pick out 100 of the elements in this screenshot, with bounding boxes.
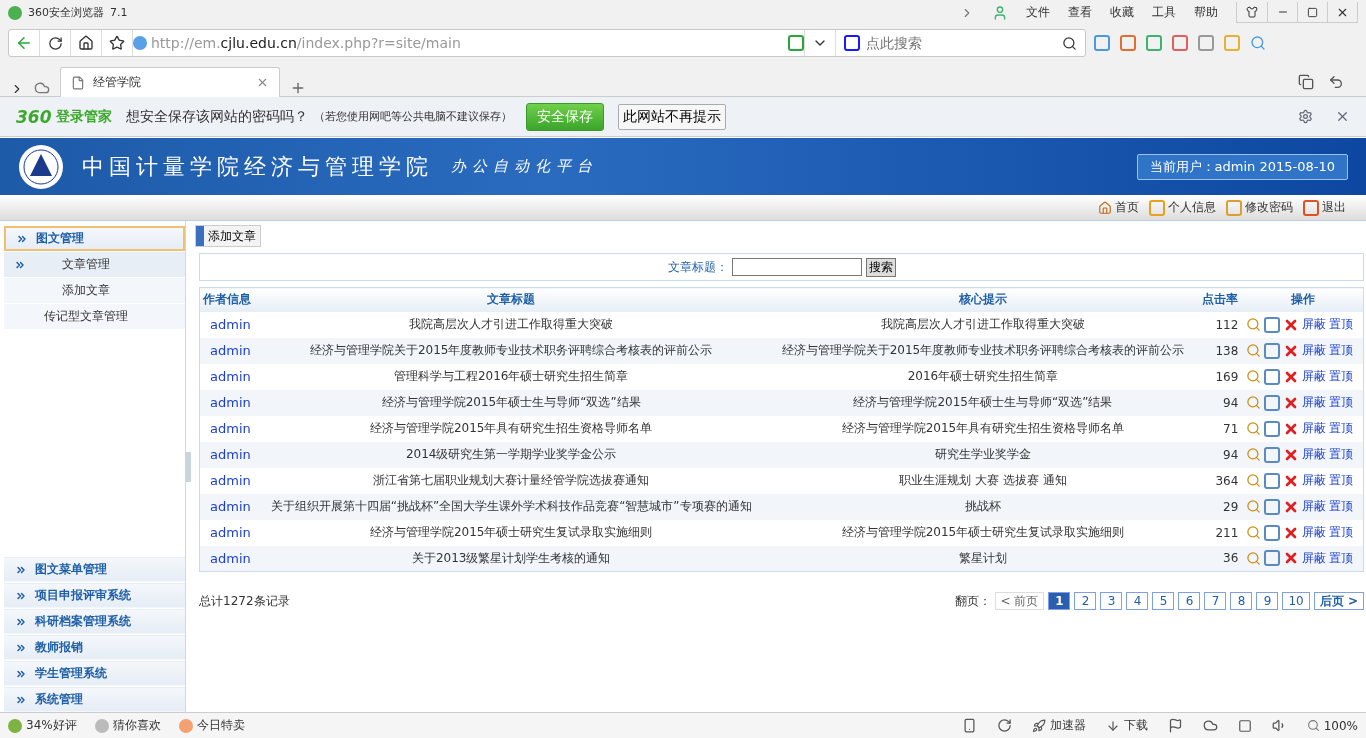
action-link[interactable]: 置顶 <box>1329 394 1354 411</box>
page-button[interactable]: 5 <box>1152 592 1175 610</box>
author-link[interactable]: admin <box>204 317 251 332</box>
new-tab-icon[interactable] <box>290 80 306 96</box>
menu-item[interactable]: 帮助 <box>1194 4 1218 21</box>
page-button[interactable]: 3 <box>1100 592 1123 610</box>
action-link[interactable]: 置顶 <box>1329 446 1354 463</box>
cloud-icon[interactable] <box>34 80 50 96</box>
download-item[interactable]: 下载 <box>1123 717 1148 734</box>
close-icon[interactable] <box>1335 109 1350 124</box>
page-button[interactable]: 4 <box>1126 592 1149 610</box>
author-link[interactable]: admin <box>204 395 251 410</box>
page-button[interactable]: 2 <box>1074 592 1097 610</box>
action-link[interactable]: 屏蔽 <box>1302 498 1327 515</box>
menu-item[interactable]: 收藏 <box>1110 4 1134 21</box>
toolbar-link[interactable]: 首页 <box>1098 199 1139 216</box>
action-link[interactable]: 置顶 <box>1329 498 1354 515</box>
sidebar-group[interactable]: 教师报销 <box>4 635 185 660</box>
action-link[interactable]: 屏蔽 <box>1302 472 1327 489</box>
action-link[interactable]: 屏蔽 <box>1302 446 1327 463</box>
author-link[interactable]: admin <box>204 525 251 540</box>
recommend-item[interactable]: 猜你喜欢 <box>112 717 161 734</box>
sidebar-item[interactable]: 传记型文章管理 <box>4 304 185 329</box>
page-button[interactable]: 6 <box>1178 592 1201 610</box>
table-cell: 职业生涯规划 大赛 选拔赛 通知 <box>767 467 1199 494</box>
address-bar[interactable]: http://em.cjlu.edu.cn/index.php?r=site/main 点此搜索 <box>8 29 1086 57</box>
browser-tab[interactable]: 经管学院 <box>60 67 280 97</box>
star-icon[interactable] <box>109 35 125 51</box>
sidebar-item[interactable]: 添加文章 <box>4 278 185 303</box>
accelerator-item[interactable]: 加速器 <box>1049 717 1086 734</box>
settings-icon[interactable] <box>1298 109 1313 124</box>
deals-item[interactable]: 今日特卖 <box>196 717 245 734</box>
search-field[interactable]: 点此搜索 <box>864 34 1058 52</box>
home-icon[interactable] <box>78 35 94 51</box>
sidebar-group[interactable]: 图文菜单管理 <box>4 557 185 582</box>
rating-item[interactable]: 34%好评 <box>26 717 77 734</box>
action-link[interactable]: 屏蔽 <box>1302 524 1327 541</box>
add-article-button[interactable]: 添加文章 <box>195 225 261 247</box>
page-button[interactable]: 9 <box>1256 592 1279 610</box>
action-link[interactable]: 置顶 <box>1329 316 1354 333</box>
action-link[interactable]: 置顶 <box>1329 472 1354 489</box>
zoom-icon[interactable] <box>1306 719 1320 732</box>
sidebar-group[interactable]: 科研档案管理系统 <box>4 609 185 634</box>
phone-icon[interactable] <box>961 718 977 733</box>
author-link[interactable]: admin <box>204 343 251 358</box>
action-link[interactable]: 置顶 <box>1329 549 1354 567</box>
collapse-handle[interactable] <box>185 451 191 482</box>
user-icon[interactable] <box>992 4 1008 21</box>
action-link[interactable]: 置顶 <box>1329 420 1354 437</box>
zoom-icon[interactable] <box>1250 35 1266 51</box>
search-icon[interactable] <box>1062 35 1077 51</box>
sidebar-group[interactable]: 图文管理 <box>4 226 185 251</box>
sidebar-group[interactable]: 系统管理 <box>4 687 185 712</box>
action-link[interactable]: 置顶 <box>1329 524 1354 541</box>
undo-icon[interactable] <box>1328 74 1344 90</box>
action-link[interactable]: 置顶 <box>1329 368 1354 385</box>
reload-icon[interactable] <box>47 35 63 51</box>
author-link[interactable]: admin <box>204 447 251 462</box>
windows-icon[interactable] <box>1298 74 1314 90</box>
author-link[interactable]: admin <box>204 499 251 514</box>
table-cell: 挑战杯 <box>767 493 1199 520</box>
page-button[interactable]: 7 <box>1204 592 1227 610</box>
prev-page-button[interactable]: < 前页 <box>994 592 1045 610</box>
flag-icon[interactable] <box>1167 718 1183 733</box>
never-button[interactable]: 此网站不再提示 <box>617 103 726 130</box>
toolbar-link[interactable]: 个人信息 <box>1149 199 1216 216</box>
menu-item[interactable]: 文件 <box>1026 4 1050 21</box>
action-link[interactable]: 屏蔽 <box>1302 420 1327 437</box>
toolbar-link[interactable]: 修改密码 <box>1226 199 1293 216</box>
page-button[interactable]: 8 <box>1230 592 1253 610</box>
zoom-level[interactable]: 100% <box>1323 718 1358 733</box>
shirt-icon[interactable] <box>1246 6 1258 18</box>
page-button[interactable]: 1 <box>1048 592 1071 610</box>
toolbar-link[interactable]: 退出 <box>1303 199 1346 216</box>
rocket-icon[interactable] <box>1031 718 1046 733</box>
action-link[interactable]: 置顶 <box>1329 342 1354 359</box>
action-link[interactable]: 屏蔽 <box>1302 368 1327 385</box>
action-link[interactable]: 屏蔽 <box>1302 316 1327 333</box>
author-link[interactable]: admin <box>204 550 251 566</box>
search-button[interactable]: 搜索 <box>865 257 896 277</box>
sidebar-group[interactable]: 学生管理系统 <box>4 661 185 686</box>
menu-item[interactable]: 工具 <box>1152 4 1176 21</box>
page-button[interactable]: 10 <box>1282 592 1310 610</box>
author-link[interactable]: admin <box>204 473 251 488</box>
action-link[interactable]: 屏蔽 <box>1302 394 1327 411</box>
title-input[interactable] <box>731 258 862 276</box>
action-link[interactable]: 屏蔽 <box>1302 549 1327 567</box>
url-text[interactable]: http://em.cjlu.edu.cn/index.php?r=site/main <box>147 35 788 51</box>
sidebar-group[interactable]: 项目申报评审系统 <box>4 583 185 608</box>
action-link[interactable]: 屏蔽 <box>1302 342 1327 359</box>
author-link[interactable]: admin <box>204 369 251 384</box>
author-link[interactable]: admin <box>204 421 251 436</box>
menu-item[interactable]: 查看 <box>1068 4 1092 21</box>
back-icon[interactable] <box>15 34 33 52</box>
window-icon[interactable] <box>1237 718 1252 733</box>
sidebar-item[interactable]: 文章管理 <box>4 252 185 277</box>
school-logo <box>18 143 64 190</box>
maximize-icon[interactable] <box>1307 6 1318 18</box>
table-cell: 繁星计划 <box>767 545 1199 572</box>
next-page-button[interactable]: 后页 > <box>1313 592 1364 610</box>
